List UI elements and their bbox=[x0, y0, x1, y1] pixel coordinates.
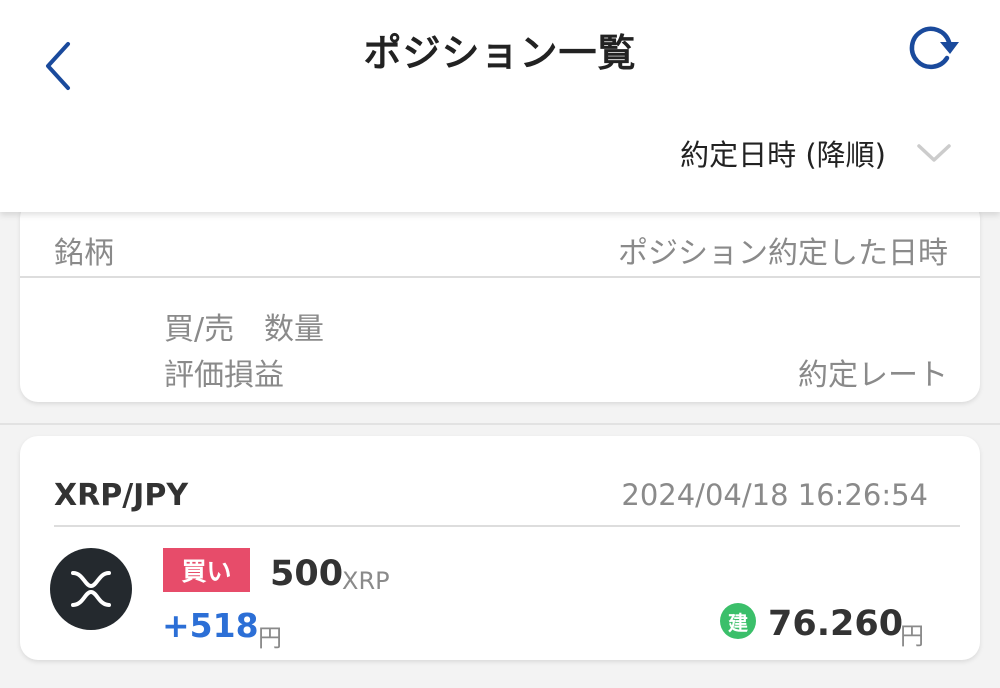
chevron-down-icon bbox=[917, 144, 951, 162]
legend-pnl-label: 評価損益 bbox=[164, 358, 284, 393]
page-title: ポジション一覧 bbox=[363, 31, 637, 75]
legend-top-row: 銘柄 ポジション約定した日時 bbox=[20, 212, 980, 278]
position-symbol: XRP/JPY bbox=[54, 478, 189, 513]
refresh-icon bbox=[909, 26, 959, 70]
quantity-unit: XRP bbox=[342, 567, 390, 595]
sort-selected-label: 約定日時 (降順) bbox=[680, 138, 886, 172]
side-badge: 買い bbox=[163, 548, 250, 592]
rate-unit: 円 bbox=[900, 622, 924, 650]
xrp-icon bbox=[50, 548, 132, 630]
rate-value: 76.260 bbox=[768, 604, 904, 644]
legend-quantity-label: 数量 bbox=[264, 312, 324, 347]
legend-rate-label: 約定レート bbox=[798, 358, 948, 393]
legend-side-label: 買/売 bbox=[164, 312, 235, 347]
position-datetime: 2024/04/18 16:26:54 bbox=[621, 478, 928, 512]
quantity-value: 500 bbox=[270, 554, 344, 594]
open-position-badge: 建 bbox=[720, 603, 756, 639]
legend-datetime-label: ポジション約定した日時 bbox=[618, 236, 948, 271]
refresh-button[interactable] bbox=[900, 16, 966, 76]
pnl-value: +518 bbox=[162, 606, 259, 645]
legend-symbol-label: 銘柄 bbox=[54, 236, 114, 271]
column-legend-card: 銘柄 ポジション約定した日時 買/売 数量 評価損益 約定レート bbox=[20, 200, 980, 402]
position-divider bbox=[54, 525, 960, 527]
position-card[interactable]: XRP/JPY 2024/04/18 16:26:54 買い 500 XRP +… bbox=[20, 436, 980, 660]
app-header: ポジション一覧 約定日時 (降順) bbox=[0, 0, 1000, 212]
pnl-unit: 円 bbox=[258, 624, 282, 652]
sort-select[interactable]: 約定日時 (降順) bbox=[680, 128, 952, 178]
section-divider bbox=[0, 423, 1000, 425]
